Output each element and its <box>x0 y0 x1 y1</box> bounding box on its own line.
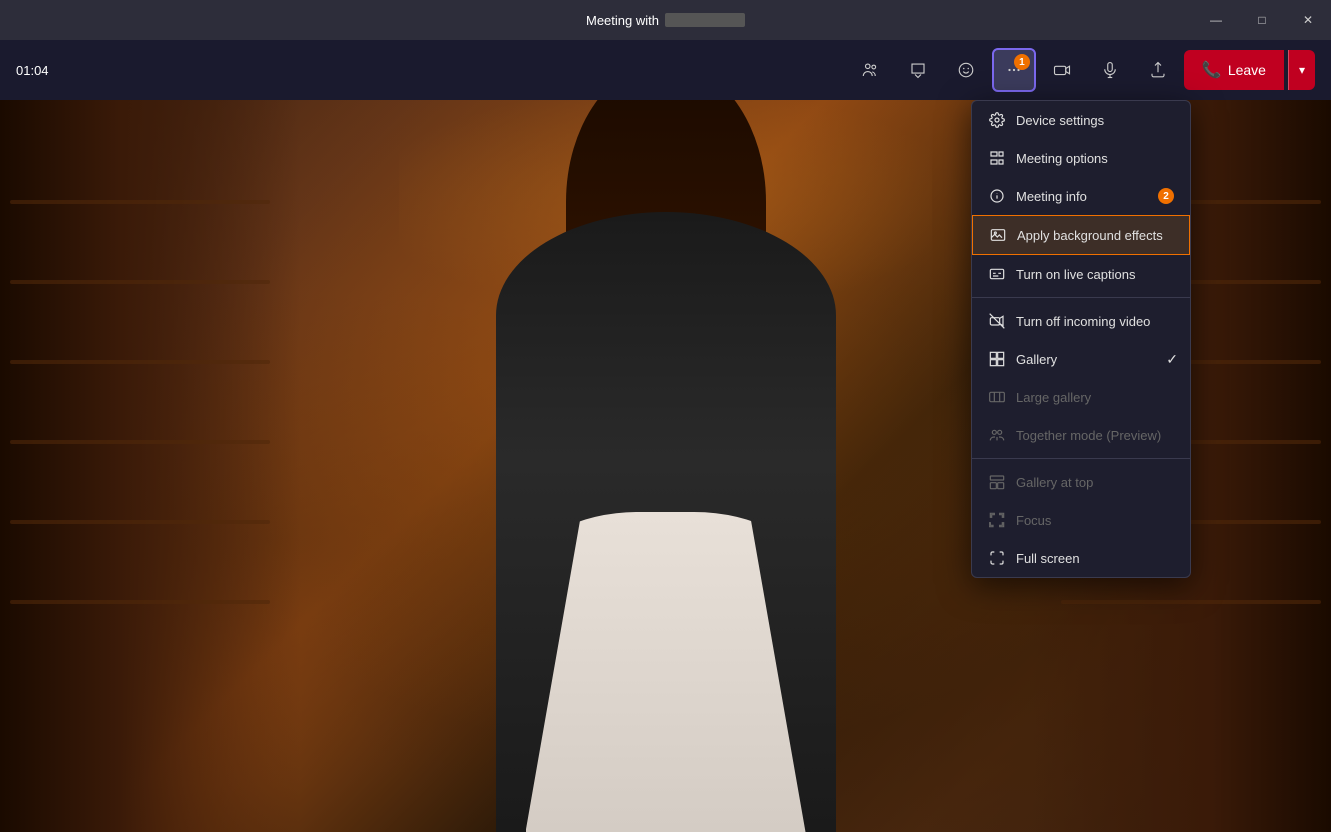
captions-icon <box>988 265 1006 283</box>
menu-focus: Focus <box>972 501 1190 539</box>
more-options-button[interactable]: 1 <box>992 48 1036 92</box>
leave-button[interactable]: 📞 Leave <box>1184 50 1284 90</box>
menu-full-screen[interactable]: Full screen <box>972 539 1190 577</box>
camera-button[interactable] <box>1040 48 1084 92</box>
background-icon <box>989 226 1007 244</box>
live-captions-label: Turn on live captions <box>1016 267 1135 282</box>
fullscreen-icon <box>988 549 1006 567</box>
menu-together-mode: Together mode (Preview) <box>972 416 1190 454</box>
gallery-top-label: Gallery at top <box>1016 475 1093 490</box>
mic-icon <box>1101 61 1119 79</box>
menu-apply-background[interactable]: Apply background effects <box>972 215 1190 255</box>
toolbar-right: 1 📞 Leave ▾ <box>848 48 1315 92</box>
gallery-check: ✓ <box>1166 351 1178 368</box>
toolbar: 01:04 1 📞 <box>0 40 1331 100</box>
leave-dropdown-button[interactable]: ▾ <box>1288 50 1315 90</box>
gallery-icon <box>988 350 1006 368</box>
people-icon <box>861 61 879 79</box>
turn-off-video-label: Turn off incoming video <box>1016 314 1150 329</box>
title-redacted <box>665 13 745 27</box>
info-icon <box>988 187 1006 205</box>
full-screen-label: Full screen <box>1016 551 1080 566</box>
meeting-options-label: Meeting options <box>1016 151 1108 166</box>
menu-live-captions[interactable]: Turn on live captions <box>972 255 1190 293</box>
video-person <box>426 152 906 832</box>
large-gallery-icon <box>988 388 1006 406</box>
focus-label: Focus <box>1016 513 1051 528</box>
meeting-timer: 01:04 <box>16 63 49 78</box>
focus-icon <box>988 511 1006 529</box>
title-bar: Meeting with — □ ✕ <box>0 0 1331 40</box>
device-settings-label: Device settings <box>1016 113 1104 128</box>
mic-button[interactable] <box>1088 48 1132 92</box>
more-options-badge: 1 <box>1014 54 1030 70</box>
together-icon <box>988 426 1006 444</box>
gallery-top-icon <box>988 473 1006 491</box>
close-button[interactable]: ✕ <box>1285 0 1331 40</box>
together-mode-label: Together mode (Preview) <box>1016 428 1161 443</box>
chat-button[interactable] <box>896 48 940 92</box>
menu-meeting-options[interactable]: Meeting options <box>972 139 1190 177</box>
meeting-info-label: Meeting info <box>1016 189 1087 204</box>
context-menu: Device settings Meeting options Meeting … <box>971 100 1191 578</box>
leave-label: Leave <box>1228 62 1266 78</box>
gallery-label: Gallery <box>1016 352 1057 367</box>
menu-device-settings[interactable]: Device settings <box>972 101 1190 139</box>
menu-gallery[interactable]: Gallery ✓ <box>972 340 1190 378</box>
divider-2 <box>972 458 1190 459</box>
chat-icon <box>909 61 927 79</box>
minimize-button[interactable]: — <box>1193 0 1239 40</box>
menu-large-gallery: Large gallery <box>972 378 1190 416</box>
options-icon <box>988 149 1006 167</box>
video-off-icon <box>988 312 1006 330</box>
divider-1 <box>972 297 1190 298</box>
large-gallery-label: Large gallery <box>1016 390 1091 405</box>
participants-button[interactable] <box>848 48 892 92</box>
menu-meeting-info[interactable]: Meeting info 2 <box>972 177 1190 215</box>
apply-background-label: Apply background effects <box>1017 228 1163 243</box>
title-bar-title: Meeting with <box>586 13 745 28</box>
maximize-button[interactable]: □ <box>1239 0 1285 40</box>
menu-turn-off-video[interactable]: Turn off incoming video <box>972 302 1190 340</box>
menu-gallery-top: Gallery at top <box>972 463 1190 501</box>
share-icon <box>1149 61 1167 79</box>
meeting-title: Meeting with <box>586 13 659 28</box>
title-bar-controls: — □ ✕ <box>1193 0 1331 40</box>
reactions-button[interactable] <box>944 48 988 92</box>
emoji-icon <box>957 61 975 79</box>
meeting-info-badge: 2 <box>1158 188 1174 204</box>
share-button[interactable] <box>1136 48 1180 92</box>
camera-icon <box>1053 61 1071 79</box>
gear-icon <box>988 111 1006 129</box>
